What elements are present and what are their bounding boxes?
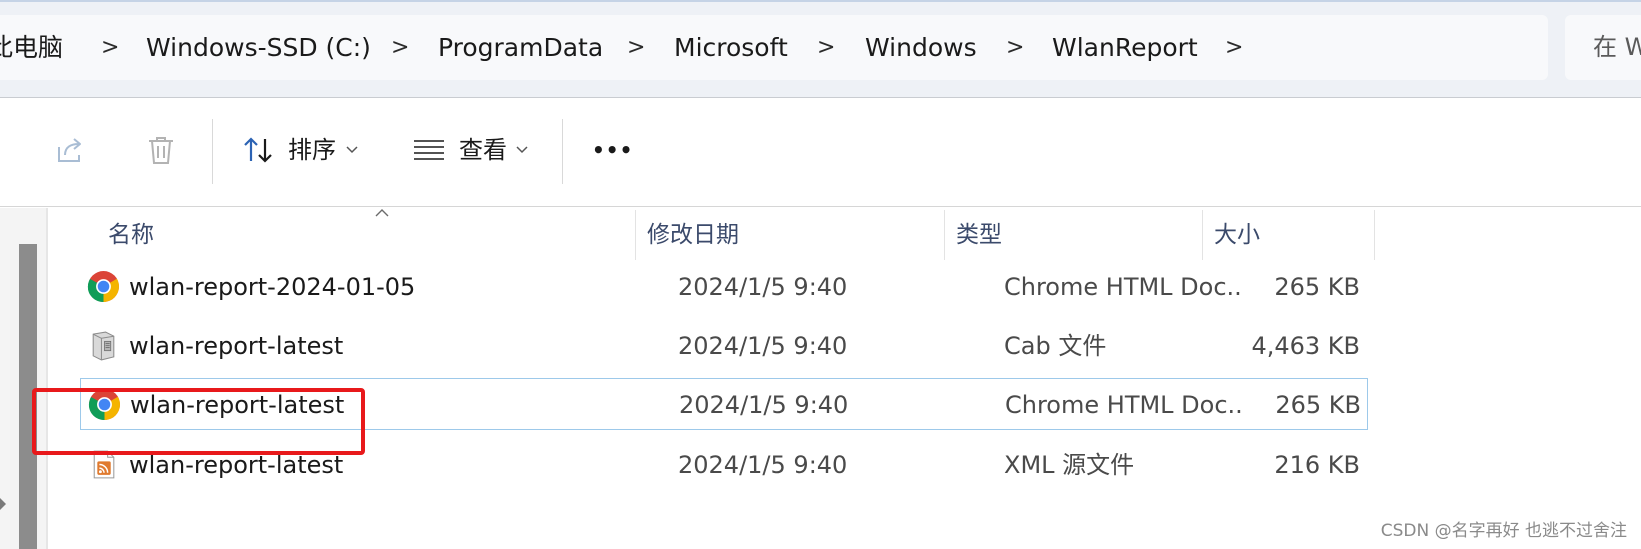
toolbar-divider xyxy=(562,119,563,184)
view-button[interactable]: 查看 xyxy=(459,132,507,168)
sort-icon[interactable] xyxy=(242,133,276,167)
file-type: Cab 文件 xyxy=(1004,332,1107,360)
column-header-size[interactable]: 大小 xyxy=(1214,210,1260,260)
toolbar-divider xyxy=(212,119,213,184)
file-modified-date: 2024/1/5 9:40 xyxy=(678,332,848,360)
annotation-highlight-box xyxy=(32,388,365,455)
file-size: 4,463 KB xyxy=(1251,332,1360,360)
file-type: Chrome HTML Doc... xyxy=(1005,391,1245,419)
watermark: CSDN @名字再好 也逃不过舍注 xyxy=(1380,521,1627,541)
breadcrumb-separator[interactable]: > xyxy=(627,15,645,80)
breadcrumb-separator[interactable]: > xyxy=(101,15,119,80)
column-separator[interactable] xyxy=(1374,210,1375,260)
file-row[interactable]: wlan-report-latest 2024/1/5 9:40 Cab 文件 … xyxy=(80,320,1430,372)
view-list-icon[interactable] xyxy=(412,133,446,167)
share-icon[interactable] xyxy=(53,133,87,167)
more-options-button[interactable]: ••• xyxy=(592,132,633,168)
pane-divider[interactable] xyxy=(46,208,48,549)
breadcrumb-separator[interactable]: > xyxy=(817,15,835,80)
search-placeholder: 在 W xyxy=(1593,33,1641,61)
chevron-down-icon[interactable] xyxy=(346,146,358,154)
breadcrumb-windows-ssd[interactable]: Windows-SSD (C:) xyxy=(146,15,371,80)
file-type: XML 源文件 xyxy=(1004,451,1135,479)
chevron-down-icon[interactable] xyxy=(516,146,528,154)
file-name: wlan-report-latest xyxy=(129,332,344,360)
file-row[interactable]: wlan-report-2024-01-05 2024/1/5 9:40 Chr… xyxy=(80,261,1430,313)
delete-icon[interactable] xyxy=(144,133,178,167)
file-type: Chrome HTML Doc... xyxy=(1004,273,1244,301)
breadcrumb-microsoft[interactable]: Microsoft xyxy=(674,15,788,80)
breadcrumb-this-pc[interactable]: 此电脑 xyxy=(0,15,63,80)
breadcrumb-wlanreport[interactable]: WlanReport xyxy=(1052,15,1198,80)
breadcrumb-windows[interactable]: Windows xyxy=(865,15,977,80)
breadcrumb-programdata[interactable]: ProgramData xyxy=(438,15,603,80)
column-separator[interactable] xyxy=(944,210,945,260)
breadcrumb-separator[interactable]: > xyxy=(391,15,409,80)
file-modified-date: 2024/1/5 9:40 xyxy=(678,273,848,301)
search-box[interactable]: 在 W xyxy=(1565,15,1641,80)
sort-button[interactable]: 排序 xyxy=(288,132,336,168)
file-modified-date: 2024/1/5 9:40 xyxy=(678,451,848,479)
file-modified-date: 2024/1/5 9:40 xyxy=(679,391,849,419)
column-header-date[interactable]: 修改日期 xyxy=(647,210,739,260)
column-separator[interactable] xyxy=(635,210,636,260)
file-size: 265 KB xyxy=(1274,273,1360,301)
expand-arrow-icon[interactable] xyxy=(0,498,8,510)
address-region: 此电脑 > Windows-SSD (C:) > ProgramData > M… xyxy=(0,0,1641,98)
chrome-icon xyxy=(87,271,119,302)
file-size: 216 KB xyxy=(1274,451,1360,479)
cab-file-icon xyxy=(92,331,115,361)
sort-ascending-icon xyxy=(375,209,389,217)
breadcrumb-separator[interactable]: > xyxy=(1006,15,1024,80)
column-header-type[interactable]: 类型 xyxy=(956,210,1002,260)
column-header-name[interactable]: 名称 xyxy=(108,210,154,260)
file-name: wlan-report-2024-01-05 xyxy=(129,273,416,301)
command-bar: 排序 查看 ••• xyxy=(0,99,1641,207)
address-bar[interactable]: 此电脑 > Windows-SSD (C:) > ProgramData > M… xyxy=(0,15,1548,80)
breadcrumb-separator[interactable]: > xyxy=(1225,15,1243,80)
window-top-edge xyxy=(0,0,1641,2)
column-separator[interactable] xyxy=(1202,210,1203,260)
file-size: 265 KB xyxy=(1275,391,1361,419)
